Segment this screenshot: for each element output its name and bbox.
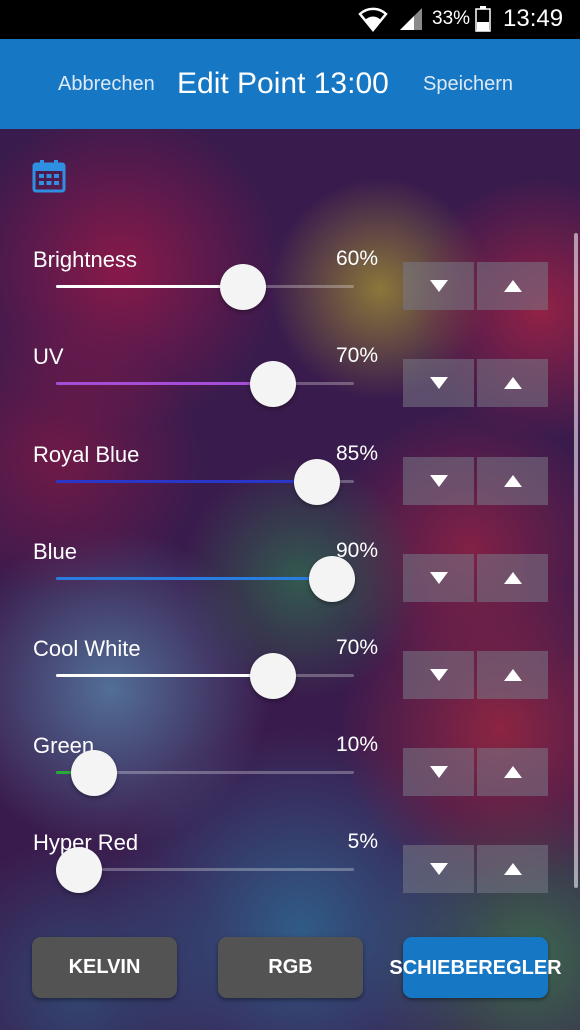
increase-button[interactable]	[477, 845, 548, 893]
channel-value: 5%	[347, 830, 378, 853]
decrease-button[interactable]	[403, 359, 474, 407]
decrease-button[interactable]	[403, 554, 474, 602]
clock: 13:49	[503, 5, 564, 32]
increase-button[interactable]	[477, 651, 548, 699]
decrease-button[interactable]	[403, 748, 474, 796]
channel-row-brightness: Brightness 60%	[0, 247, 580, 344]
triangle-down-icon	[430, 377, 448, 389]
wifi-icon	[358, 7, 388, 32]
increase-button[interactable]	[477, 457, 548, 505]
slider-fill	[56, 577, 325, 580]
triangle-up-icon	[504, 766, 522, 778]
slider-thumb[interactable]	[249, 653, 296, 699]
channel-label: Royal Blue	[33, 442, 140, 467]
slider-thumb[interactable]	[309, 556, 356, 602]
decrease-button[interactable]	[403, 262, 474, 310]
triangle-up-icon	[504, 863, 522, 875]
triangle-down-icon	[430, 766, 448, 778]
slider-thumb[interactable]	[219, 264, 266, 310]
channel-value: 10%	[335, 733, 378, 756]
increase-button[interactable]	[477, 359, 548, 407]
rgb-button[interactable]: RGB	[218, 937, 363, 998]
triangle-down-icon	[430, 475, 448, 487]
slider-fill	[56, 480, 310, 483]
triangle-up-icon	[504, 669, 522, 681]
triangle-down-icon	[430, 280, 448, 292]
slider-fill	[56, 285, 235, 288]
slider-fill	[56, 674, 265, 677]
triangle-up-icon	[504, 572, 522, 584]
increase-button[interactable]	[477, 748, 548, 796]
cancel-button[interactable]: Abbrechen	[58, 73, 155, 96]
triangle-up-icon	[504, 475, 522, 487]
slider-thumb[interactable]	[249, 361, 296, 407]
channel-value: 60%	[335, 247, 378, 270]
channel-row-blue: Blue 90%	[0, 539, 580, 636]
triangle-up-icon	[504, 377, 522, 389]
channel-label: Brightness	[33, 247, 137, 272]
triangle-down-icon	[430, 669, 448, 681]
slider-mode-button[interactable]: SCHIEBEREGLER	[389, 937, 562, 998]
channel-row-green: Green 10%	[0, 733, 580, 830]
channel-value: 70%	[335, 636, 378, 659]
triangle-down-icon	[430, 863, 448, 875]
channel-label: Cool White	[33, 636, 141, 661]
slider-track[interactable]	[56, 382, 354, 385]
signal-icon	[400, 8, 422, 30]
channel-row-uv: UV 70%	[0, 344, 580, 441]
page-title: Edit Point 13:00	[177, 67, 389, 100]
slider-thumb[interactable]	[70, 750, 117, 796]
channel-row-cool-white: Cool White 70%	[0, 636, 580, 733]
slider-fill	[56, 382, 265, 385]
decrease-button[interactable]	[403, 845, 474, 893]
calendar-icon[interactable]	[32, 159, 66, 193]
battery-icon	[475, 6, 491, 32]
slider-thumb[interactable]	[294, 459, 341, 505]
decrease-button[interactable]	[403, 457, 474, 505]
slider-track[interactable]	[56, 285, 354, 288]
decrease-button[interactable]	[403, 651, 474, 699]
slider-track[interactable]	[56, 674, 354, 677]
status-bar: 33% 13:49	[0, 0, 580, 39]
channel-label: UV	[33, 344, 64, 369]
kelvin-button[interactable]: KELVIN	[32, 937, 177, 998]
channel-label: Blue	[33, 539, 78, 564]
app-header: Abbrechen Edit Point 13:00 Speichern	[0, 39, 580, 129]
save-button[interactable]: Speichern	[423, 73, 513, 96]
triangle-down-icon	[430, 572, 448, 584]
channel-row-hyper-red: Hyper Red 5%	[0, 830, 580, 927]
channel-row-royal-blue: Royal Blue 85%	[0, 442, 580, 539]
battery-percent: 33%	[432, 8, 471, 29]
increase-button[interactable]	[477, 262, 548, 310]
triangle-up-icon	[504, 280, 522, 292]
slider-thumb[interactable]	[55, 847, 102, 893]
increase-button[interactable]	[477, 554, 548, 602]
channel-value: 70%	[335, 344, 378, 367]
channel-value: 85%	[335, 442, 378, 465]
